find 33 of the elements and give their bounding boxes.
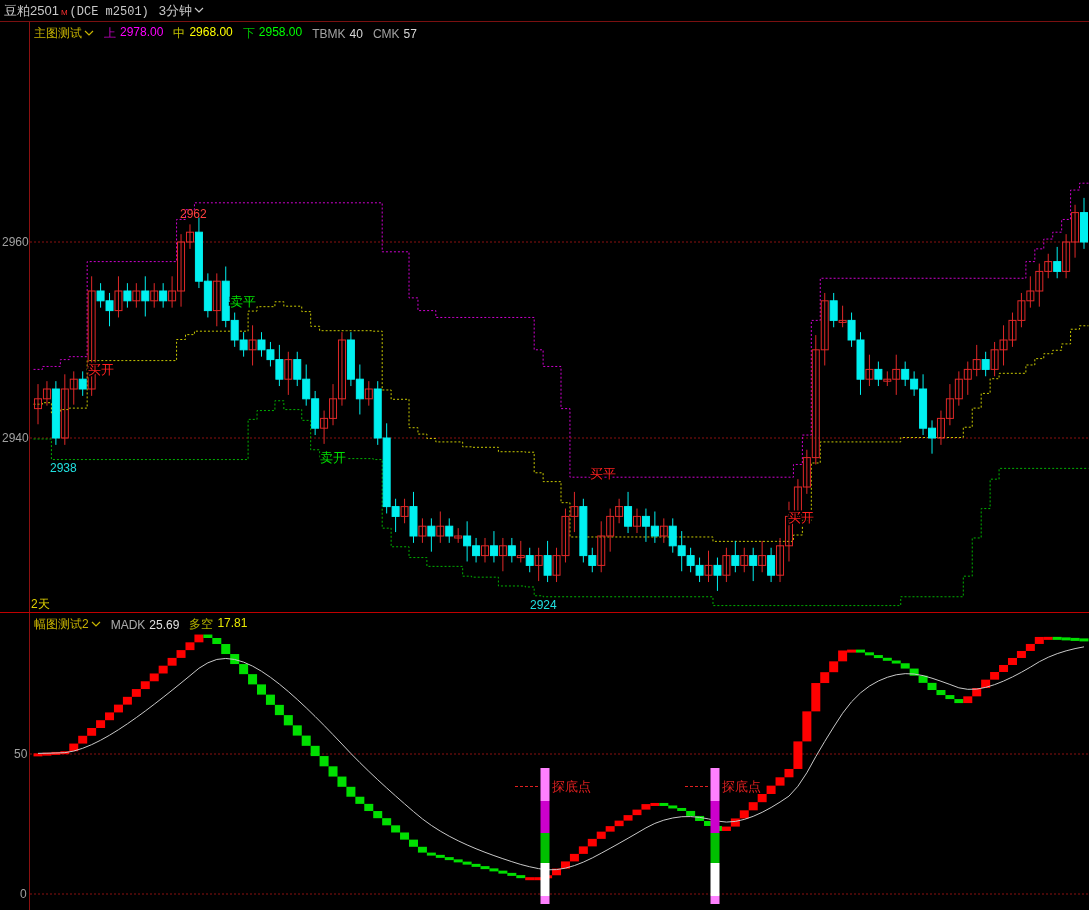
legend-label: MADK bbox=[110, 617, 146, 632]
legend-value: 2968.00 bbox=[189, 25, 233, 41]
legend-value: 2958.00 bbox=[258, 25, 303, 41]
legend-value: 25.69 bbox=[149, 617, 180, 632]
legend-label: 下 bbox=[242, 25, 255, 42]
exchange-code: (DCE m2501) bbox=[69, 4, 149, 19]
period-selector[interactable]: 3分钟 bbox=[158, 1, 193, 20]
trade-signal-label: 卖开 bbox=[320, 450, 346, 465]
bottom-signal-label: 探底点 bbox=[552, 779, 591, 794]
axis-label: 0 bbox=[20, 887, 27, 901]
period-label: 2天 bbox=[31, 597, 50, 611]
axis-label: 2960 bbox=[2, 235, 29, 249]
price-label: 2938 bbox=[50, 461, 77, 475]
trade-signal-label: 买平 bbox=[590, 466, 616, 481]
axis-label: 2940 bbox=[2, 431, 29, 445]
trade-signal-label: 卖平 bbox=[230, 294, 256, 309]
indicator-selector[interactable]: 主图测试 bbox=[34, 25, 82, 42]
symbol-title: 豆粕2501 bbox=[4, 1, 59, 20]
legend-value: 57 bbox=[403, 26, 417, 41]
contract-flag-label: M bbox=[60, 7, 68, 17]
indicator-selector[interactable]: 幅图测试2 bbox=[34, 616, 89, 633]
bottom-signal-label: 探底点 bbox=[722, 779, 761, 794]
legend-label: 多空 bbox=[189, 616, 214, 633]
legend-label: 上 bbox=[104, 25, 116, 42]
legend-label: CMK bbox=[372, 26, 400, 41]
price-label: 2962 bbox=[180, 207, 207, 221]
price-label: 2924 bbox=[530, 598, 557, 612]
legend-value: 17.81 bbox=[217, 616, 248, 632]
legend-value: 2978.00 bbox=[120, 25, 164, 41]
legend-label: TBMK bbox=[312, 26, 346, 41]
legend-label: 中 bbox=[173, 25, 186, 42]
legend-value: 40 bbox=[349, 26, 363, 41]
axis-label: 50 bbox=[14, 747, 28, 761]
